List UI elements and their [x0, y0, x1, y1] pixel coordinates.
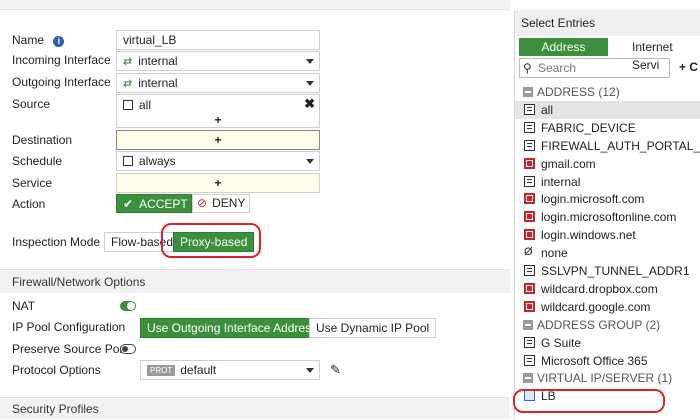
tab-internet-services[interactable]: Internet Servi [608, 38, 700, 72]
address-icon [123, 100, 133, 110]
fqdn-address-icon [524, 157, 535, 169]
panel-title: Select Entries [515, 10, 700, 36]
proxy-highlight-annotation [161, 223, 261, 258]
use-outgoing-interface-button[interactable]: Use Outgoing Interface Address [140, 318, 325, 338]
address-icon [524, 139, 535, 151]
entry-item[interactable]: FIREWALL_AUTH_PORTAL_ADDRESS [515, 137, 700, 155]
address-icon [524, 265, 535, 276]
search-input[interactable]: ⚲ Search [519, 58, 670, 78]
chevron-down-icon [306, 368, 314, 373]
entry-item[interactable]: Microsoft Office 365 [515, 352, 700, 370]
chevron-down-icon [306, 59, 314, 64]
entry-item[interactable]: gmail.com [515, 155, 700, 173]
policy-form: Name i virtual_LB Incoming Interface ⇄ in… [0, 0, 510, 419]
inspection-mode-label: Inspection Mode [12, 235, 101, 249]
tab-address[interactable]: Address [519, 38, 608, 56]
chevron-down-icon [306, 81, 314, 86]
name-label: Name i [12, 31, 65, 49]
entry-item[interactable]: login.microsoft.com [515, 190, 700, 208]
schedule-label: Schedule [12, 154, 63, 168]
add-service-icon[interactable]: + [117, 174, 319, 192]
destination-field[interactable]: + [116, 130, 320, 150]
source-value: all [139, 98, 152, 112]
lb-highlight-annotation [513, 389, 665, 413]
entry-item[interactable]: wildcard.dropbox.com [515, 280, 700, 298]
fqdn-address-icon [524, 229, 535, 241]
source-label: Source [12, 97, 51, 111]
preserve-source-port-toggle[interactable] [120, 344, 136, 354]
ip-pool-label: IP Pool Configuration [12, 320, 126, 334]
group-header[interactable]: ADDRESS (12) [515, 83, 700, 101]
group-header[interactable]: VIRTUAL IP/SERVER (1) [515, 369, 700, 387]
info-icon[interactable]: i [53, 36, 65, 47]
select-entries-panel: Select Entries Address Internet Servi ⚲ … [513, 10, 700, 419]
schedule-icon [123, 156, 133, 166]
add-destination-icon[interactable]: + [117, 131, 319, 149]
interface-icon: ⇄ [123, 56, 133, 68]
check-icon: ✔ [123, 197, 134, 211]
fqdn-address-icon [524, 282, 535, 294]
security-profiles-header: Security Profiles [0, 397, 510, 419]
service-field[interactable]: + [116, 173, 320, 193]
entry-item[interactable]: wildcard.google.com [515, 298, 700, 316]
address-icon [524, 103, 535, 115]
firewall-options-header: Firewall/Network Options [0, 269, 510, 293]
deny-button[interactable]: ⊘ DENY [192, 194, 250, 213]
entry-item[interactable]: Ønone [515, 244, 700, 262]
collapse-icon [523, 87, 533, 97]
name-input[interactable]: virtual_LB [116, 30, 320, 50]
search-icon: ⚲ [523, 61, 532, 75]
protocol-options-label: Protocol Options [12, 363, 101, 377]
schedule-select[interactable]: always [116, 151, 320, 171]
address-icon [524, 175, 535, 187]
fqdn-address-icon [524, 193, 535, 205]
incoming-interface-label: Incoming Interface [12, 53, 111, 67]
collapse-icon [523, 373, 533, 384]
create-button[interactable]: + C [679, 60, 698, 74]
entry-item[interactable]: SSLVPN_TUNNEL_ADDR1 [515, 262, 700, 280]
collapse-icon [523, 319, 533, 330]
service-label: Service [12, 176, 53, 190]
preserve-source-port-label: Preserve Source Port [12, 342, 127, 356]
top-strip [0, 0, 510, 10]
entry-item[interactable]: FABRIC_DEVICE [515, 119, 700, 137]
address-icon [524, 354, 535, 366]
entry-item[interactable]: login.windows.net [515, 226, 700, 244]
entry-item[interactable]: internal [515, 173, 700, 191]
fqdn-address-icon [524, 300, 535, 312]
nat-label: NAT [12, 299, 36, 313]
edit-icon[interactable]: ✎ [330, 362, 341, 378]
source-field[interactable]: all ✖ + [116, 94, 320, 128]
outgoing-interface-label: Outgoing Interface [12, 75, 111, 89]
entry-item[interactable]: all [515, 100, 700, 119]
entry-item[interactable]: login.microsoftonline.com [515, 208, 700, 226]
prot-badge: PROT [147, 365, 176, 376]
incoming-interface-select[interactable]: ⇄ internal [116, 51, 320, 71]
accept-button[interactable]: ✔ ACCEPT [116, 194, 192, 213]
action-label: Action [12, 197, 46, 211]
address-icon [524, 336, 535, 348]
deny-icon: ⊘ [197, 196, 208, 210]
protocol-options-select[interactable]: PROT default [140, 360, 320, 380]
add-source-icon[interactable]: + [117, 111, 319, 129]
address-icon [524, 121, 535, 133]
group-header[interactable]: ADDRESS GROUP (2) [515, 316, 700, 334]
destination-label: Destination [12, 133, 73, 147]
use-dynamic-ip-pool-button[interactable]: Use Dynamic IP Pool [309, 318, 437, 338]
interface-icon: ⇄ [123, 78, 133, 90]
fqdn-address-icon [524, 211, 535, 223]
outgoing-interface-select[interactable]: ⇄ internal [116, 73, 320, 93]
nat-toggle[interactable] [120, 301, 136, 311]
entry-item[interactable]: G Suite [515, 334, 700, 352]
chevron-down-icon [306, 159, 314, 164]
address-icon: Ø [524, 246, 533, 259]
